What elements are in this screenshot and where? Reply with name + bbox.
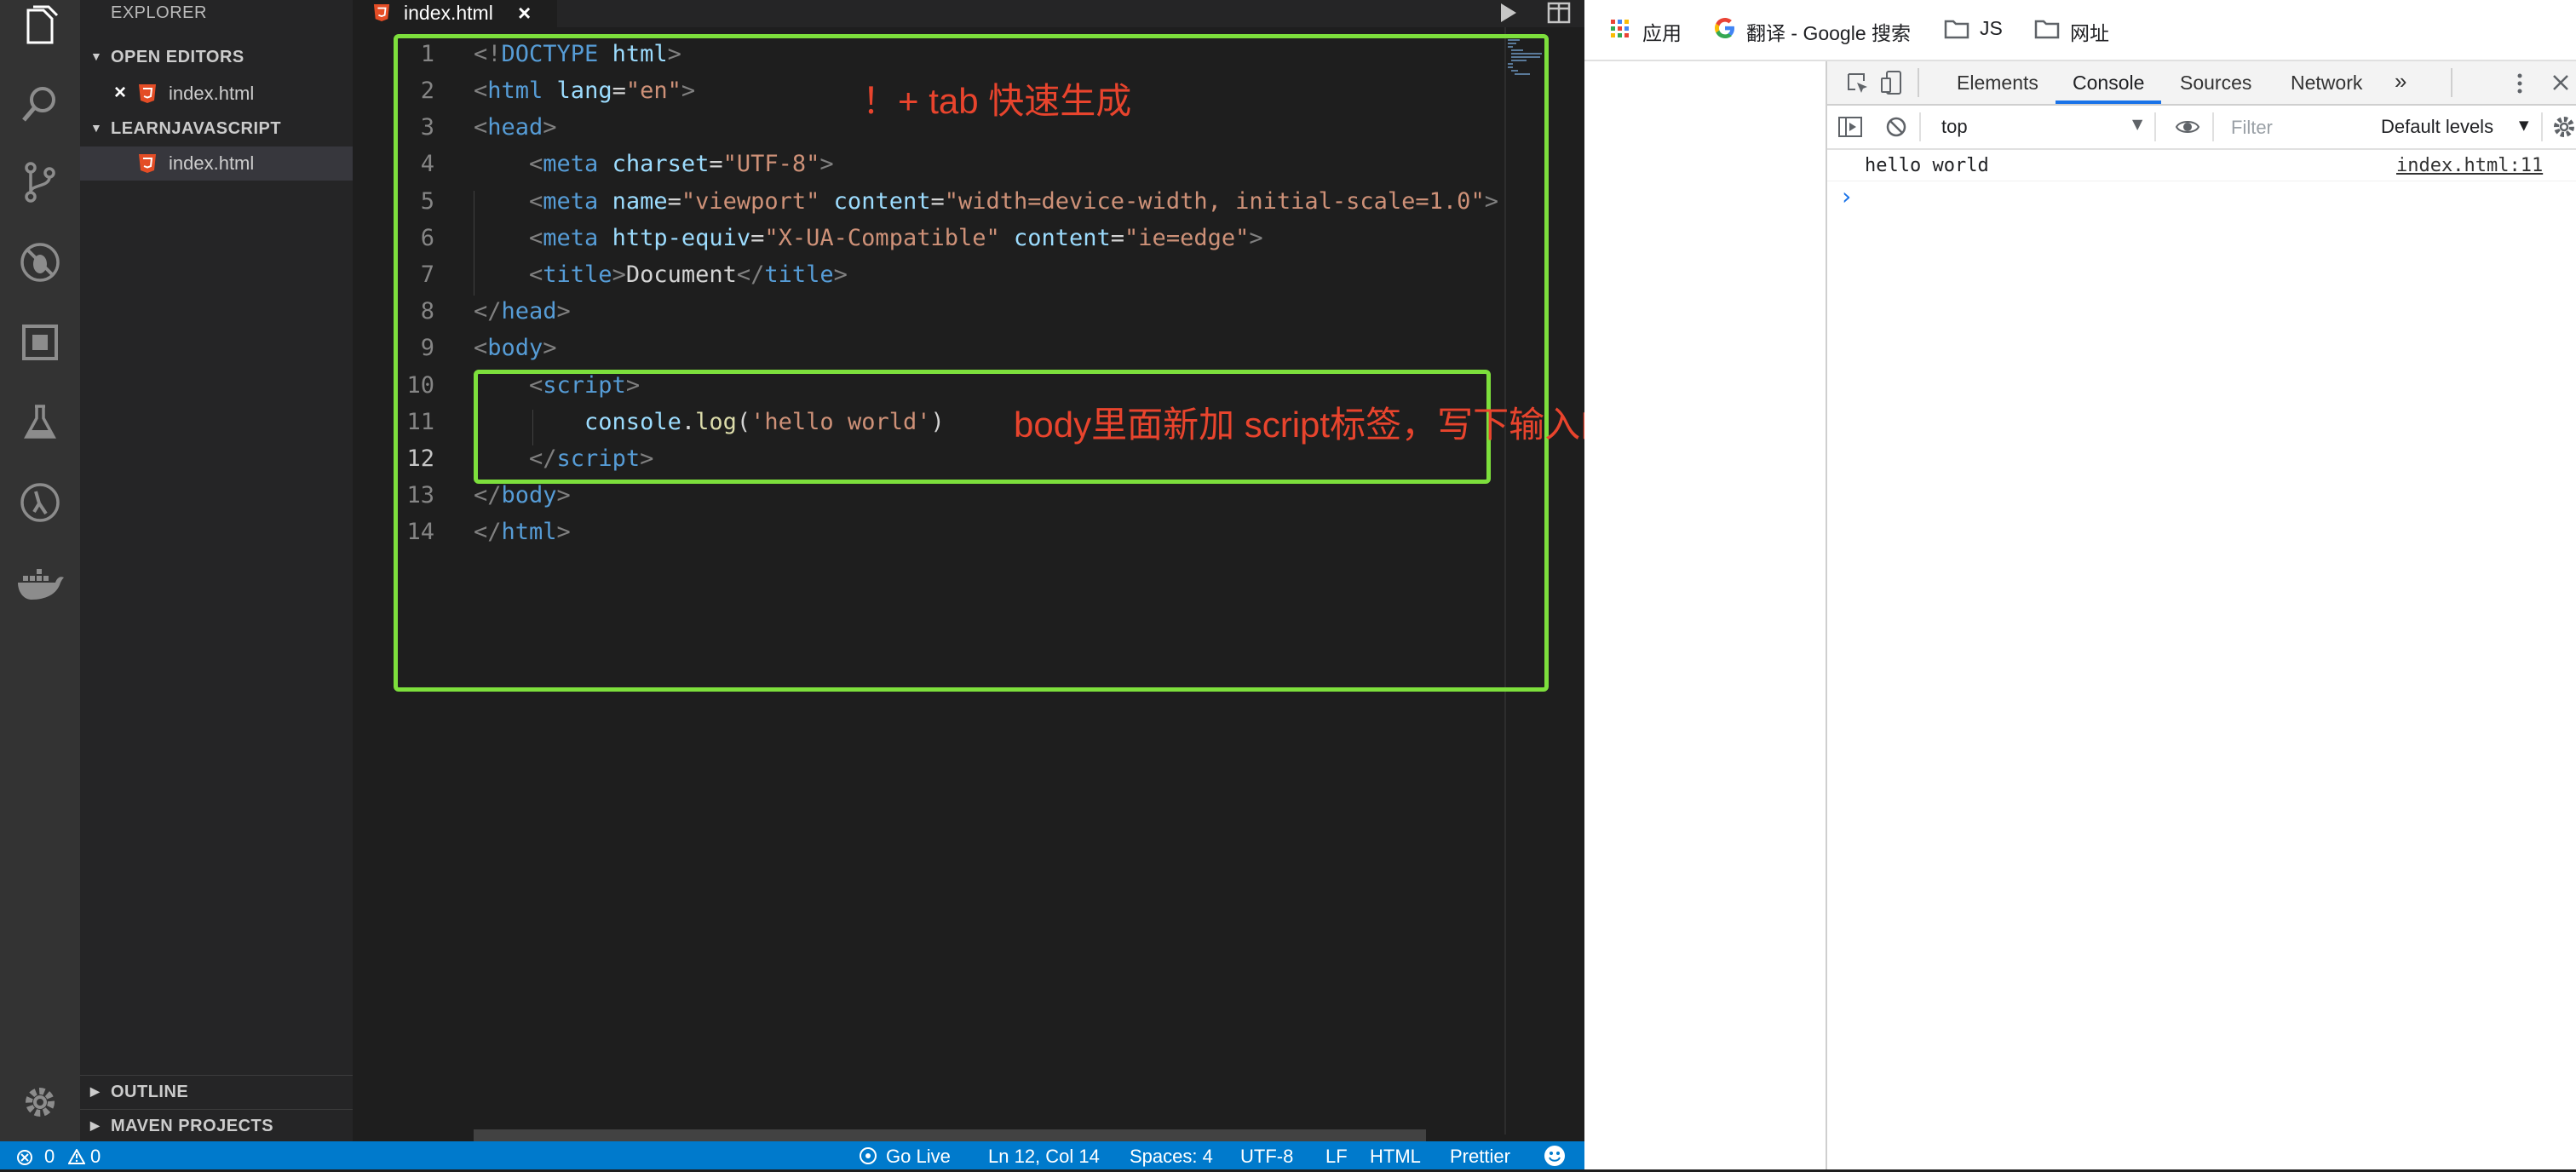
maven-label: MAVEN PROJECTS [111,1117,274,1135]
open-editors-label: OPEN EDITORS [111,48,244,66]
run-icon[interactable] [1499,2,1518,27]
feedback-smiley-icon[interactable] [1544,1145,1566,1172]
console-settings-gear-icon[interactable] [2551,114,2576,143]
google-logo-icon [1714,17,1736,43]
warning-icon[interactable] [67,1147,86,1169]
test-flask-icon[interactable] [14,397,66,448]
broadcast-icon[interactable] [859,1146,877,1170]
folder-icon [1944,19,1969,43]
go-live-button[interactable]: Go Live [886,1146,951,1168]
toolbar-divider [2154,112,2156,141]
settings-gear-icon[interactable] [14,1077,66,1128]
chevron-right-icon: ▶ [90,1084,101,1098]
prettier-status[interactable]: Prettier [1450,1146,1510,1168]
error-icon[interactable] [17,1148,32,1170]
project-file-item[interactable]: index.html [80,146,353,181]
chevron-down-icon: ▼ [90,121,103,135]
close-icon[interactable]: × [114,81,126,105]
maven-section[interactable]: ▶ MAVEN PROJECTS [80,1109,353,1144]
explorer-sidebar: EXPLORER ▼ OPEN EDITORS × index.html ▼ L… [80,0,353,1141]
folder-icon [2034,19,2060,43]
open-editor-item[interactable]: × index.html [80,77,353,111]
files-icon[interactable] [14,0,66,51]
cursor-position[interactable]: Ln 12, Col 14 [988,1146,1100,1168]
toolbar-divider [2541,112,2543,141]
project-filename: index.html [169,152,255,174]
dropdown-arrow-icon[interactable]: ▼ [2132,116,2142,132]
chevron-right-icon: ▶ [90,1118,101,1132]
show-sidebar-icon[interactable] [1837,116,1863,141]
html5-file-icon [138,83,157,104]
filter-input[interactable]: Filter [2224,111,2352,141]
console-prompt-row[interactable]: › [1827,182,2576,213]
toolbar-divider [2451,68,2452,97]
tab-elements[interactable]: Elements [1957,72,2038,95]
console-prompt-chevron-icon: › [1839,182,1854,210]
indentation[interactable]: Spaces: 4 [1130,1146,1213,1168]
docker-icon[interactable] [14,559,66,610]
search-icon[interactable] [14,78,66,129]
levels-dropdown-arrow-icon[interactable]: ▼ [2519,118,2529,133]
html5-file-icon [373,3,390,26]
open-editor-filename: index.html [169,83,255,104]
active-tab-indicator [2056,101,2161,104]
live-expression-eye-icon[interactable] [2175,118,2200,140]
apps-grid-icon[interactable] [1610,19,1630,43]
annotation-tip-top: ！+ tab 快速生成 [862,81,1132,121]
console-source-link[interactable]: index.html:11 [2396,155,2543,176]
inspect-element-icon[interactable] [1846,72,1870,99]
devtools-tab-bar: Elements Console Sources Network » [1827,61,2576,106]
source-control-icon[interactable] [14,157,66,208]
clear-console-icon[interactable] [1885,116,1907,141]
extensions-icon[interactable] [14,317,66,368]
device-toolbar-icon[interactable] [1880,70,1904,99]
split-editor-icon[interactable] [1547,2,1571,27]
outline-label: OUTLINE [111,1083,189,1101]
activity-bar [0,0,80,1141]
chevron-down-icon: ▼ [90,49,103,63]
bookmarks-bar: 应用 翻译 - Google 搜索 JS 网址 [1584,0,2576,61]
open-editors-section[interactable]: ▼ OPEN EDITORS [80,41,353,75]
console-log-text: hello world [1865,155,1989,176]
remote-icon[interactable] [14,477,66,528]
tab-console[interactable]: Console [2073,72,2144,95]
console-toolbar: top ▼ Filter Default levels ▼ [1827,106,2576,150]
devtools-panel [1826,61,2576,1169]
kebab-menu-icon[interactable] [2516,72,2524,99]
explorer-header: EXPLORER [111,3,207,22]
context-selector[interactable]: top [1941,116,1968,138]
error-count[interactable]: 0 [44,1146,55,1168]
language-mode[interactable]: HTML [1370,1146,1421,1168]
line-ending[interactable]: LF [1325,1146,1348,1168]
project-section[interactable]: ▼ LEARNJAVASCRIPT [80,112,353,146]
toolbar-divider [1919,112,1921,141]
horizontal-scrollbar[interactable] [474,1129,1426,1141]
outline-section[interactable]: ▶ OUTLINE [80,1075,353,1110]
debug-icon[interactable] [14,237,66,288]
log-levels-dropdown[interactable]: Default levels [2381,116,2493,138]
tab-close-icon[interactable]: × [518,0,531,26]
encoding[interactable]: UTF-8 [1240,1146,1293,1168]
close-devtools-icon[interactable] [2551,73,2570,95]
tab-index-html[interactable]: index.html × [353,0,557,27]
warning-count[interactable]: 0 [90,1146,101,1168]
toolbar-divider [2212,112,2214,141]
bookmark-google-translate[interactable]: 翻译 - Google 搜索 [1746,17,1911,46]
tab-label: index.html [404,2,493,24]
project-label: LEARNJAVASCRIPT [111,119,282,138]
bookmark-folder-js[interactable]: JS [1980,17,2003,40]
status-bar: 0 0 Go Live Ln 12, Col 14 Spaces: 4 UTF-… [0,1141,1584,1169]
console-message-row: hello world index.html:11 [1827,150,2576,181]
toolbar-divider [1918,68,1919,97]
bookmark-apps[interactable]: 应用 [1642,17,1682,46]
annotation-frame-document [394,34,1549,692]
tab-network[interactable]: Network [2291,72,2362,95]
html5-file-icon [138,153,157,174]
more-tabs-chevron-icon[interactable]: » [2395,68,2406,95]
bookmark-folder-sites[interactable]: 网址 [2070,17,2109,46]
tab-sources[interactable]: Sources [2180,72,2251,95]
